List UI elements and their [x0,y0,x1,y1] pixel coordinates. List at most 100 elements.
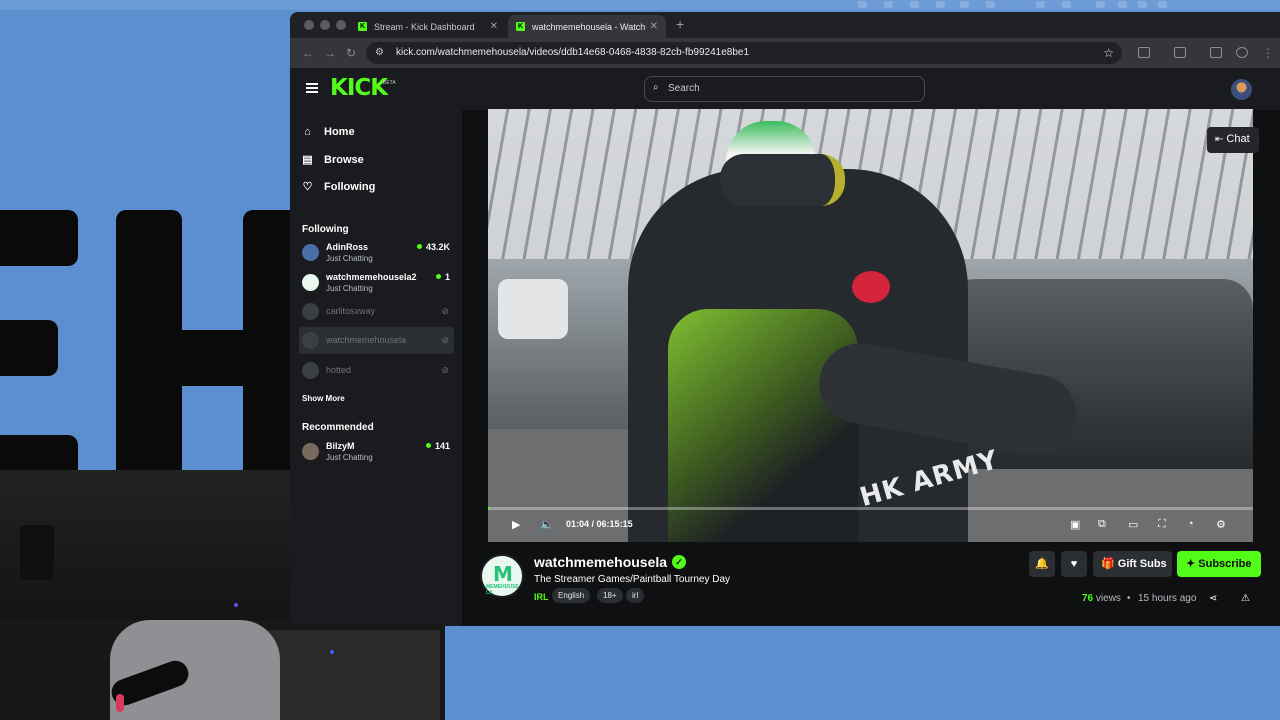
tab-close-icon[interactable]: ✕ [490,21,498,32]
channel-name-title[interactable]: watchmemehousela [534,554,667,570]
search-input[interactable]: ⌕ Search [644,76,925,102]
video-progress-bar[interactable] [488,507,1253,510]
video-scene-car [498,279,568,339]
channel-category: Just Chatting [326,284,373,293]
browser-menu-icon[interactable]: ⋮ [1262,46,1274,60]
channel-avatar [302,443,319,460]
chat-toggle-button[interactable]: ⇤ Chat [1207,127,1259,153]
share-icon[interactable]: ⋖ [1209,593,1217,604]
play-icon[interactable]: ▶ [512,518,520,531]
following-channel-hotted[interactable]: hotted ⊘ [299,357,454,384]
menubar-tray-icon[interactable] [1118,1,1127,8]
browser-tab-bar: K Stream - Kick Dashboard ✕ K watchmemeh… [290,12,1280,38]
follow-heart-button[interactable]: ♥ [1061,551,1087,577]
menubar-tray-icon[interactable] [1158,1,1167,8]
kick-logo[interactable]: KICK [330,75,388,101]
window-close-button[interactable] [304,20,314,30]
kick-sidebar: ⌂ Home ▤ Browse ♡ Following Following Ad… [290,110,462,626]
window-minimize-button[interactable] [320,20,330,30]
clip-icon[interactable]: ▣ [1070,518,1080,531]
time-current: 01:04 [566,519,590,529]
gift-subs-button[interactable]: 🎁 Gift Subs [1093,551,1172,577]
view-count: 76 views [1082,593,1121,604]
tab-close-icon[interactable]: ✕ [650,21,658,32]
menubar-tray-icon[interactable] [1036,1,1045,8]
tab-title: watchmemehousela - Watch [532,21,646,32]
site-settings-icon[interactable]: ⚙ [375,47,384,58]
browser-tab-dashboard[interactable]: K Stream - Kick Dashboard ✕ [350,15,506,38]
menubar-tray-icon[interactable] [1062,1,1071,8]
viewer-count: 1 [436,272,450,282]
channel-avatar-large[interactable]: M MEMEHOUSE LA [480,554,524,598]
tag-chip[interactable]: 18+ [597,588,623,603]
show-more-link[interactable]: Show More [302,394,345,403]
tab-title: Stream - Kick Dashboard [374,21,475,32]
menubar-tray-icon[interactable] [858,1,867,8]
video-scene-goggles [720,154,845,206]
window-zoom-button[interactable] [336,20,346,30]
reading-list-icon[interactable] [1210,47,1222,58]
subscribe-button[interactable]: ✦ Subscribe [1177,551,1261,577]
browser-toolbar: ← → ↻ ⚙ kick.com/watchmemehousela/videos… [290,38,1280,68]
sidebar-item-home[interactable]: ⌂ Home [302,126,354,138]
menubar-tray-icon[interactable] [1096,1,1105,8]
recommended-channel-bilzym[interactable]: BilzyM Just Chatting 141 [299,438,454,465]
star-icon: ✦ [1186,558,1196,570]
report-warning-icon[interactable]: ⚠ [1241,593,1250,604]
verified-badge-icon: ✓ [672,555,686,569]
url-text[interactable]: kick.com/watchmemehousela/videos/ddb14e6… [396,47,749,58]
avatar-letter: M [493,562,513,586]
video-player[interactable]: HK ARMY [488,109,1253,542]
menubar-tray-icon[interactable] [1138,1,1147,8]
new-tab-button[interactable]: + [676,16,684,32]
views-label: views [1095,593,1121,604]
miniplayer-icon[interactable]: ⧉ [1098,518,1106,531]
sidebar-item-following[interactable]: ♡ Following [302,180,376,194]
channel-name: BilzyM [326,441,355,451]
browse-icon: ▤ [302,154,313,166]
background-letters-graphic [0,200,303,480]
user-avatar[interactable] [1231,79,1252,100]
volume-icon[interactable]: 🔈 [540,518,554,531]
kick-favicon-icon: K [516,22,525,31]
sidebar-item-browse[interactable]: ▤ Browse [302,153,363,167]
forward-arrow-icon[interactable]: → [324,46,336,60]
following-channel-watchmemehousela2[interactable]: watchmemehousela2 Just Chatting 1 [299,269,454,296]
following-heading: Following [302,224,349,235]
extensions-icon[interactable] [1138,47,1150,58]
time-total: 06:15:15 [596,519,633,529]
address-bar[interactable]: ⚙ kick.com/watchmemehousela/videos/ddb14… [366,42,1122,64]
following-channel-carlitosxway[interactable]: carlitosxway ⊘ [299,298,454,325]
profile-icon[interactable] [1236,47,1248,58]
channel-avatar [302,362,319,379]
reload-icon[interactable]: ↻ [346,46,356,60]
browser-tab-video[interactable]: K watchmemehousela - Watch ✕ [508,15,666,38]
channel-name: watchmemehousela [326,335,407,345]
following-channel-adinross[interactable]: AdinRoss Just Chatting 43.2K [299,239,454,266]
tag-chip[interactable]: English [552,588,591,603]
views-number: 76 [1082,593,1094,604]
theater-mode-icon[interactable]: ▭ [1128,518,1138,531]
sidebar-item-label: Following [324,180,376,193]
following-channel-watchmemehousela[interactable]: watchmemehousela ⊘ [299,327,454,354]
category-link[interactable]: IRL [534,592,549,602]
channel-name: carlitosxway [326,306,376,316]
speed-icon[interactable]: ◔ [1187,518,1194,530]
menubar-tray-icon[interactable] [960,1,969,8]
cast-icon[interactable] [1174,47,1186,58]
chat-expand-icon: ⇤ [1215,134,1224,145]
menubar-tray-icon[interactable] [986,1,995,8]
back-arrow-icon[interactable]: ← [302,46,314,60]
avatar-caption: MEMEHOUSE LA [486,584,519,596]
settings-gear-icon[interactable]: ⚙ [1216,518,1226,531]
menubar-tray-icon[interactable] [884,1,893,8]
menu-hamburger-icon[interactable] [306,83,318,93]
notification-bell-button[interactable]: 🔔 [1029,551,1055,577]
tag-chip[interactable]: irl [626,588,645,603]
channel-avatar [302,332,319,349]
menubar-tray-icon[interactable] [910,1,919,8]
menubar-tray-icon[interactable] [936,1,945,8]
webcam-speaker [20,525,54,580]
bookmark-star-icon[interactable]: ☆ [1103,46,1114,60]
fullscreen-icon[interactable]: ⛶ [1158,518,1166,531]
